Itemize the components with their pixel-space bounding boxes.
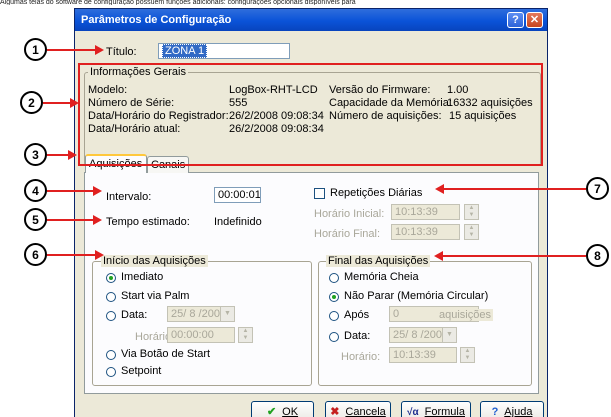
final-horario-spinner[interactable]: ▲ ▼: [460, 347, 475, 363]
callout-1: 1: [24, 38, 47, 61]
arrow-1-line: [47, 49, 95, 51]
memoria-cheia-radio[interactable]: [329, 273, 339, 283]
inicio-data-radio[interactable]: [106, 311, 116, 321]
repeticoes-label: Repetições Diárias: [330, 187, 423, 199]
ok-label: OK: [282, 406, 299, 417]
title-bar: Parâmetros de Configuração ? ✕: [75, 9, 547, 31]
formula-label: Formula: [424, 406, 465, 417]
arrow-5-line: [47, 219, 93, 221]
horario-inicial-spinner[interactable]: ▲ ▼: [464, 204, 479, 220]
callout-7: 7: [586, 177, 609, 200]
arrow-4-line: [47, 190, 93, 192]
inicio-legend: Início das Aquisições: [101, 255, 208, 267]
horario-inicial-label: Horário Inicial:: [314, 208, 385, 220]
inicio-data-value: 25/ 8 /2003: [171, 308, 227, 320]
intervalo-input[interactable]: 00:00:01: [214, 187, 261, 203]
horario-final-input[interactable]: 10:13:39: [391, 224, 460, 240]
callout-3: 3: [24, 143, 47, 166]
help-title-button[interactable]: ?: [507, 12, 524, 28]
horario-inicial-input[interactable]: 10:13:39: [391, 204, 460, 220]
imediato-label: Imediato: [121, 271, 164, 283]
final-horario-label: Horário:: [341, 351, 381, 363]
arrow-5-head: [93, 215, 102, 225]
inicio-data-input[interactable]: 25/ 8 /2003 ▼: [167, 306, 235, 322]
arrow-6-line: [47, 254, 95, 256]
top-cut-text: Algumas telas do software de configuraçã…: [0, 0, 356, 5]
palm-radio[interactable]: [106, 292, 116, 302]
callout-4: 4: [24, 179, 47, 202]
ok-button[interactable]: ✔ OK: [251, 401, 314, 417]
inicio-horario-input[interactable]: 00:00:00: [167, 327, 235, 343]
nao-parar-radio[interactable]: [329, 292, 339, 302]
help-icon: ?: [491, 406, 499, 417]
intervalo-label: Intervalo:: [106, 191, 152, 203]
final-data-label: Data:: [344, 330, 371, 342]
memoria-cheia-label: Memória Cheia: [344, 271, 419, 283]
setpoint-radio[interactable]: [106, 367, 116, 377]
titulo-value: ZONA 1: [162, 44, 208, 58]
apos-label: Após: [344, 309, 370, 321]
titulo-input[interactable]: ZONA 1: [158, 43, 290, 59]
botao-radio[interactable]: [106, 350, 116, 360]
help-button[interactable]: ? Ajuda: [480, 401, 544, 417]
formula-icon: √α: [407, 407, 419, 417]
palm-label: Start via Palm: [121, 290, 190, 302]
imediato-radio[interactable]: [106, 273, 116, 283]
final-data-radio[interactable]: [329, 332, 339, 342]
arrow-8-head: [434, 251, 443, 261]
arrow-1-head: [95, 45, 104, 55]
arrow-3-head: [68, 150, 77, 160]
chevron-down-icon[interactable]: ▼: [442, 328, 456, 342]
tempo-label: Tempo estimado:: [106, 216, 190, 228]
inicio-data-label: Data:: [121, 309, 148, 321]
arrow-8-line: [443, 255, 586, 257]
final-horario-input[interactable]: 10:13:39: [389, 347, 457, 363]
botao-label: Via Botão de Start: [121, 348, 211, 360]
final-data-value: 25/ 8 /2003: [393, 329, 449, 341]
arrow-2-head: [70, 98, 79, 108]
setpoint-label: Setpoint: [121, 365, 162, 377]
arrow-4-head: [93, 186, 102, 196]
inicio-horario-spinner[interactable]: ▲ ▼: [238, 327, 253, 343]
callout-8: 8: [586, 244, 609, 267]
cancel-button[interactable]: ✖ Cancela: [325, 401, 391, 417]
final-legend: Final das Aquisições: [326, 255, 431, 267]
apos-unit: aquisições: [437, 309, 493, 321]
close-button[interactable]: ✕: [526, 12, 543, 28]
formula-button[interactable]: √α Formula: [401, 401, 471, 417]
tempo-value: Indefinido: [214, 216, 262, 228]
arrow-7-line: [444, 188, 586, 190]
arrow-3-line: [47, 154, 68, 156]
arrow-6-head: [95, 250, 104, 260]
check-icon: ✔: [266, 406, 277, 417]
info-highlight-box: [78, 63, 543, 166]
callout-2: 2: [20, 91, 43, 114]
help-label: Ajuda: [504, 406, 533, 417]
repeticoes-checkbox[interactable]: [314, 188, 325, 199]
horario-final-label: Horário Final:: [314, 228, 381, 240]
titulo-label: Título:: [106, 46, 137, 58]
chevron-down-icon[interactable]: ▼: [220, 307, 234, 321]
final-data-input[interactable]: 25/ 8 /2003 ▼: [389, 327, 457, 343]
cancel-label: Cancela: [345, 406, 386, 417]
arrow-7-head: [435, 184, 444, 194]
nao-parar-label: Não Parar (Memória Circular): [344, 290, 489, 302]
callout-6: 6: [24, 243, 47, 266]
cancel-x-icon: ✖: [330, 406, 340, 417]
arrow-2-line: [43, 102, 71, 104]
apos-radio[interactable]: [329, 311, 339, 321]
window-title: Parâmetros de Configuração: [81, 14, 232, 26]
callout-5: 5: [24, 208, 47, 231]
horario-final-spinner[interactable]: ▲ ▼: [464, 224, 479, 240]
